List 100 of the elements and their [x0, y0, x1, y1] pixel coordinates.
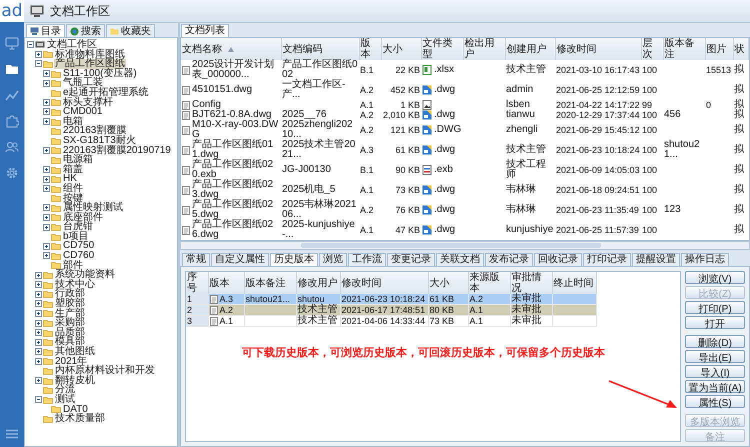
expand-toggle[interactable] [43, 176, 50, 183]
column-header[interactable]: 来源版本 [468, 272, 510, 294]
action-button[interactable]: 置为当前(A) [685, 380, 745, 393]
expand-toggle[interactable] [43, 108, 50, 116]
tab[interactable]: 回收记录 [534, 253, 582, 266]
tree-item[interactable]: 文档工作区 [46, 40, 98, 50]
tab[interactable]: 自定义属性 [211, 253, 269, 266]
column-header[interactable]: 检出用户 [463, 38, 505, 60]
expand-toggle[interactable] [43, 204, 50, 212]
tree-item[interactable]: 采购部 [54, 318, 86, 328]
tab[interactable]: 工作流 [348, 253, 386, 266]
expand-toggle[interactable] [43, 242, 50, 250]
expand-toggle[interactable] [35, 300, 42, 308]
tab[interactable]: 操作日志 [681, 253, 729, 266]
expand-toggle[interactable] [43, 98, 50, 106]
tree-item[interactable]: 技术质量部 [54, 414, 106, 424]
expand-toggle[interactable] [43, 80, 50, 87]
tree-item[interactable]: 组件 [62, 184, 84, 194]
expand-toggle[interactable] [43, 70, 50, 78]
expand-toggle[interactable] [35, 358, 42, 365]
table-cell[interactable]: 产品工作区图纸011.dwg [192, 140, 280, 160]
tree-item[interactable]: 塑胶部 [54, 299, 86, 309]
tree-item[interactable]: 产品工作区图纸 [54, 59, 126, 69]
tree-item[interactable]: CD750 [62, 241, 96, 252]
tab[interactable]: 关联文档 [436, 253, 484, 266]
folder-icon[interactable] [5, 62, 19, 76]
column-header[interactable]: 大小 [381, 38, 421, 60]
collapse-toggle[interactable] [35, 60, 42, 68]
tree-item[interactable]: SX-G181T3耐火 [62, 136, 137, 146]
column-header[interactable]: 修改用户 [296, 272, 340, 294]
tree-item[interactable]: 标准物料库图纸 [54, 50, 126, 60]
action-button[interactable]: 属性(S) [685, 395, 745, 408]
tree-item[interactable]: 台虎钳 [62, 222, 94, 232]
expand-toggle[interactable] [43, 118, 50, 126]
tree-item[interactable]: 电源箱 [62, 155, 94, 165]
expand-toggle[interactable] [35, 338, 42, 346]
tree-item[interactable]: 属性映射测试 [62, 203, 124, 213]
scrollbar[interactable] [301, 243, 601, 248]
tree-item[interactable]: e起通开拓管理系统 [62, 88, 150, 98]
tab[interactable]: 目录 [26, 24, 65, 37]
column-header[interactable]: 修改时间 [555, 38, 641, 60]
expand-toggle[interactable] [43, 146, 50, 154]
action-button[interactable]: 导入(I) [685, 365, 745, 378]
tab[interactable]: 发布记录 [485, 253, 533, 266]
tab[interactable]: 文档列表 [181, 24, 229, 37]
column-header[interactable]: 创建用户 [505, 38, 555, 60]
column-header[interactable]: 版本备注 [244, 272, 296, 294]
action-button[interactable]: 浏览(V) [685, 271, 745, 284]
column-header[interactable]: 层次 [641, 38, 663, 60]
table-cell[interactable]: 4510151.dwg [192, 85, 252, 95]
tree-item[interactable]: 翻转皮机 [54, 376, 96, 386]
tree-item[interactable]: 标头支撑杆 [62, 98, 114, 108]
expand-toggle[interactable] [35, 320, 42, 327]
column-header[interactable]: 修改时间 [340, 272, 428, 294]
tree-item[interactable]: 内杯原材料设计和开发 [54, 366, 156, 376]
column-header[interactable]: 版本备注 [663, 38, 705, 60]
tree-item[interactable]: 测试 [54, 394, 76, 405]
expand-toggle[interactable] [35, 348, 42, 356]
column-header[interactable]: 文档编码 [281, 38, 359, 60]
tab[interactable]: 搜索 [66, 24, 105, 37]
tab[interactable]: 收藏夹 [106, 24, 155, 37]
table-cell[interactable]: 产品工作区图纸026.dwg [192, 220, 280, 240]
tree-item[interactable]: 部件 [62, 260, 84, 270]
tree-item[interactable]: CD760 [62, 251, 96, 261]
expand-toggle[interactable] [35, 50, 42, 58]
tree-item[interactable]: 品质部 [54, 328, 86, 338]
tree-item[interactable]: CMD001 [62, 107, 104, 117]
column-header[interactable]: 版本 [208, 272, 244, 294]
expand-toggle[interactable] [35, 377, 42, 384]
column-header[interactable]: 终止时间 [552, 272, 596, 294]
table-row[interactable]: 3 A.1 技术主管 2021-04-06 14:33:44 73 KB A.1 未审批 [186, 316, 596, 326]
expand-toggle[interactable] [35, 281, 42, 288]
tab[interactable]: 历史版本 [270, 253, 318, 266]
column-header[interactable]: 大小 [428, 272, 468, 294]
tree-item[interactable]: 模具部 [54, 337, 86, 347]
action-button[interactable]: 导出(E) [685, 350, 745, 363]
tree-item[interactable]: 气瓶工装 [62, 78, 104, 88]
column-header[interactable]: 文件类型 [421, 38, 463, 60]
tab[interactable]: 浏览 [319, 253, 347, 266]
column-header[interactable]: 图片 [705, 38, 733, 60]
column-header[interactable]: 版本 [359, 38, 381, 60]
expand-toggle[interactable] [43, 224, 50, 231]
tab[interactable]: 常规 [182, 253, 210, 266]
tree-item[interactable]: b项目 [62, 232, 90, 242]
tree-item[interactable]: 生产部 [54, 308, 86, 318]
tab[interactable]: 提醒设置 [632, 253, 680, 266]
action-button[interactable]: 删除(D) [685, 335, 745, 348]
table-cell[interactable]: 产品工作区图纸023.dwg [192, 180, 280, 200]
tree-item[interactable]: 2021年 [54, 356, 88, 366]
table-cell[interactable]: 2025设计开发计划表_000000... [192, 60, 280, 80]
collapse-toggle[interactable] [35, 396, 42, 404]
table-row[interactable]: 2 A.2 技术主管 2021-06-17 17:48:51 80 KB A.1 未审批 [186, 304, 596, 316]
column-header[interactable]: 审批情况 [510, 272, 552, 294]
tree-item[interactable]: 底座部件 [62, 212, 104, 222]
table-cell[interactable]: M10-X-ray-003.DWG [192, 120, 280, 140]
tab[interactable]: 变更记录 [387, 253, 435, 266]
expand-toggle[interactable] [35, 290, 42, 298]
tree-item[interactable]: 其他图纸 [54, 347, 96, 357]
tree-item[interactable]: 分流 [54, 385, 76, 395]
expand-toggle[interactable] [35, 329, 42, 336]
